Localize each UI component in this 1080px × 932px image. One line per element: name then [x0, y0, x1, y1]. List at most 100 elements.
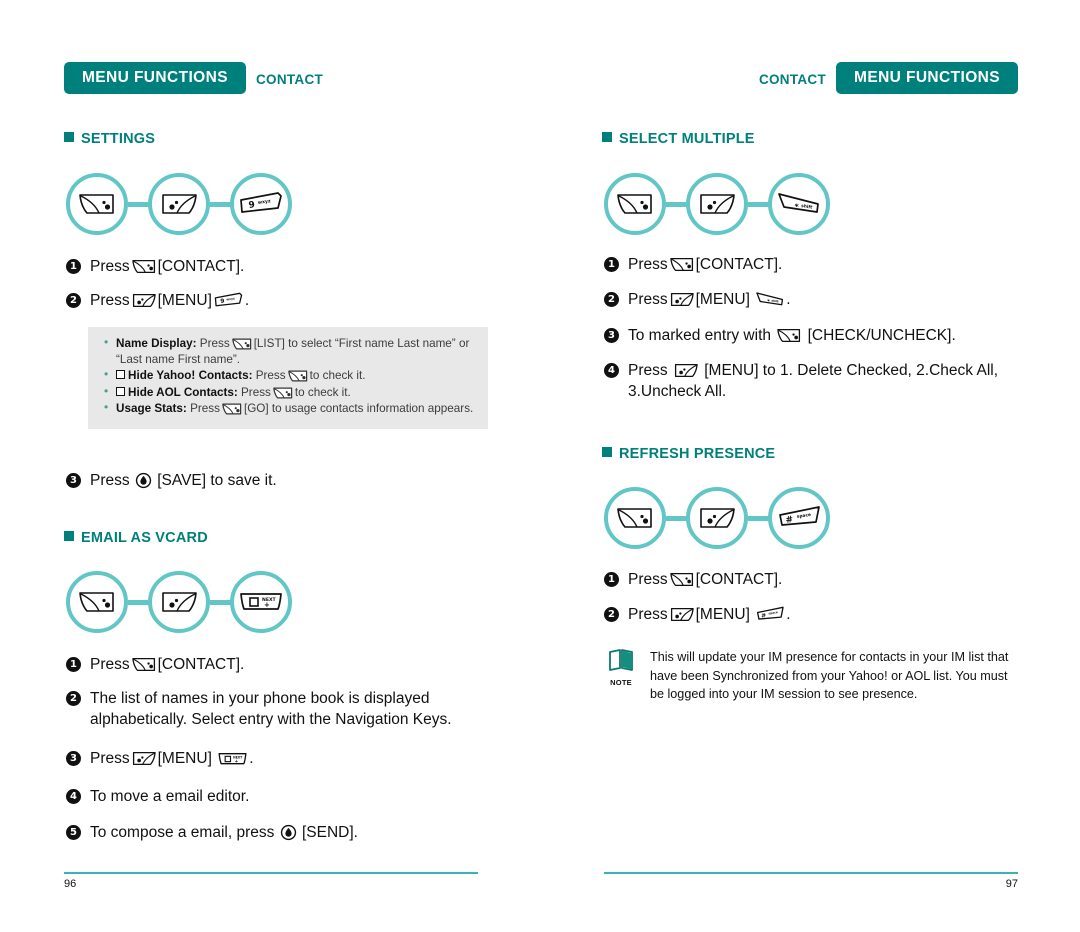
checkbox-icon[interactable]: [116, 386, 125, 396]
step-settings-1: 1 Press [CONTACT].: [66, 256, 486, 277]
tip-text-b: to check it.: [294, 385, 351, 399]
step-text-pre: To compose a email, press: [90, 824, 275, 841]
step-text-pre: Press: [90, 656, 130, 673]
tip-text-b: [GO] to usage contacts information appea…: [243, 402, 474, 415]
right-softkey-icon: [665, 173, 748, 235]
step-text-mid: [MENU]: [695, 291, 750, 308]
note-text: This will update your IM presence for co…: [650, 650, 1009, 701]
step-text-mid: [MENU]: [695, 606, 750, 623]
step-number: 3: [604, 328, 619, 343]
step-text: To move a email editor.: [90, 788, 250, 805]
step-vcard-5: 5 To compose a email, press [SEND].: [66, 822, 496, 843]
svg-text:+: +: [264, 601, 270, 609]
step-number: 3: [66, 751, 81, 766]
note-book-icon: NOTE: [604, 648, 638, 687]
left-softkey-icon: [669, 573, 693, 586]
section-bullet-icon: [602, 132, 612, 142]
step-text: Press [MENU] # space.: [628, 604, 791, 625]
step-text: To marked entry with [CHECK/UNCHECK].: [628, 325, 956, 346]
key-hash-space-icon: #space: [757, 606, 784, 620]
step-text-post: [CONTACT].: [695, 256, 783, 273]
tip-text-a: Press: [255, 369, 286, 382]
left-softkey-icon: [604, 487, 666, 549]
page-number: 96: [64, 878, 77, 890]
key-icon-row-email-as-vcard: NEXT +: [66, 571, 292, 633]
right-page: CONTACT MENU FUNCTIONS SELECT MULTIPLE * s…: [540, 0, 1080, 932]
step-text-pre: Press: [628, 291, 668, 308]
step-number: 1: [66, 259, 81, 274]
svg-text:#: #: [761, 613, 767, 620]
tips-list: Name Display: Press[LIST] to select “Fir…: [102, 335, 474, 417]
step-number: 1: [66, 657, 81, 672]
step-settings-2: 2 Press [MENU] 9 wxyz.: [66, 290, 486, 311]
ok-key-icon: [135, 472, 152, 489]
key-icon-row-refresh-presence: # space: [604, 487, 830, 549]
section-heading-email-as-vcard: EMAIL AS VCARD: [64, 530, 208, 546]
step-number: 2: [604, 607, 619, 622]
step-text-pre: Press: [90, 258, 130, 275]
key-0-next-icon: NEXT+: [218, 753, 247, 765]
step-refresh-presence-2: 2 Press [MENU] # space.: [604, 604, 1034, 625]
note-label: NOTE: [610, 678, 632, 687]
key-9-wxyz-icon: 9 wxyz: [209, 173, 292, 235]
step-text-post: [CHECK/UNCHECK].: [807, 327, 956, 344]
tip-text-b: to check it.: [309, 369, 366, 382]
step-vcard-3: 3 Press [MENU] NEXT +.: [66, 748, 496, 769]
tip-name-display: Name Display: Press[LIST] to select “Fir…: [102, 335, 474, 367]
step-number: 4: [604, 363, 619, 378]
step-vcard-4: 4 To move a email editor.: [66, 786, 496, 807]
left-softkey-icon: [222, 403, 242, 415]
step-text-pre: Press: [90, 750, 130, 767]
left-page: MENU FUNCTIONS CONTACT SETTINGS 9 wxyz 1 P…: [0, 0, 540, 932]
step-text: Press [CONTACT].: [628, 569, 782, 590]
step-text: Press [MENU] 9 wxyz.: [90, 290, 249, 311]
left-softkey-icon: [66, 173, 128, 235]
left-page-header: MENU FUNCTIONS CONTACT: [64, 62, 333, 94]
tip-label: Hide Yahoo! Contacts:: [128, 369, 253, 382]
tip-label: Usage Stats:: [116, 402, 187, 415]
section-bullet-icon: [64, 132, 74, 142]
step-text-pre: To marked entry with: [628, 327, 771, 344]
left-softkey-icon: [287, 370, 307, 382]
step-number: 4: [66, 789, 81, 804]
right-softkey-icon: [127, 173, 210, 235]
step-text: Press [CONTACT].: [90, 256, 244, 277]
tip-hide-yahoo-contacts: Hide Yahoo! Contacts: Press to check it.: [102, 367, 474, 384]
step-text-pre: Press: [628, 362, 668, 379]
step-text-post: [SAVE] to save it.: [157, 472, 277, 489]
tip-usage-stats: Usage Stats: Press [GO] to usage contacts…: [102, 400, 474, 417]
section-title: REFRESH PRESENCE: [619, 446, 776, 462]
tip-text-a: Press: [190, 402, 220, 415]
step-number: 2: [66, 293, 81, 308]
step-text-post: [CONTACT].: [157, 656, 245, 673]
left-softkey-icon: [66, 571, 128, 633]
checkbox-icon[interactable]: [116, 370, 125, 379]
right-softkey-icon: [670, 608, 694, 621]
step-text-post: .: [786, 606, 791, 623]
tip-text-a: Press: [199, 337, 230, 350]
svg-text:9: 9: [220, 299, 225, 306]
step-select-multiple-4: 4 Press [MENU] to 1. Delete Checked, 2.C…: [604, 360, 1054, 402]
step-text: Press [MENU] * shift.: [628, 289, 791, 310]
step-text-post: [CONTACT].: [157, 258, 245, 275]
right-softkey-icon: [665, 487, 748, 549]
section-heading-settings: SETTINGS: [64, 131, 155, 147]
note-box: NOTE This will update your IM presence f…: [604, 648, 1024, 704]
section-title: EMAIL AS VCARD: [81, 530, 208, 546]
step-text-post: [SEND].: [301, 824, 358, 841]
step-text-mid: [MENU]: [157, 292, 212, 309]
ok-key-icon: [280, 824, 296, 841]
step-settings-3: 3 Press [SAVE] to save it.: [66, 470, 486, 491]
step-text: Press [MENU] NEXT +.: [90, 748, 254, 769]
step-text: Press [SAVE] to save it.: [90, 470, 277, 491]
footer-rule: [64, 872, 478, 874]
step-select-multiple-2: 2 Press [MENU] * shift.: [604, 289, 1034, 310]
key-9-wxyz-icon: 9 wxyz: [214, 292, 243, 307]
key-icon-row-select-multiple: * shift: [604, 173, 830, 235]
right-softkey-icon: [127, 571, 210, 633]
left-softkey-icon: [604, 173, 666, 235]
section-heading-refresh-presence: REFRESH PRESENCE: [602, 446, 775, 462]
step-text-post: [CONTACT].: [695, 571, 783, 588]
step-number: 1: [604, 572, 619, 587]
svg-text:+: +: [235, 758, 239, 764]
